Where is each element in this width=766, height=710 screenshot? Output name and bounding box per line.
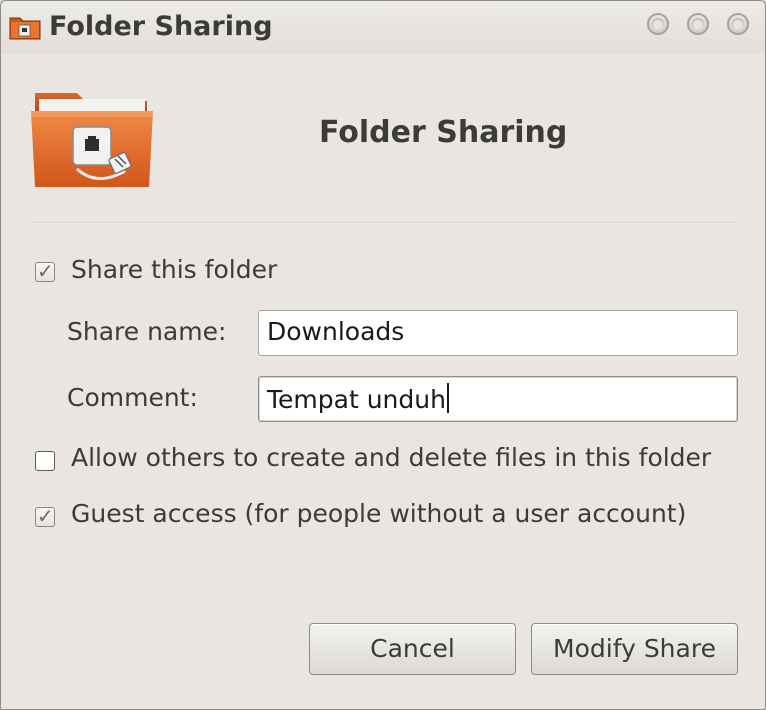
share-name-input[interactable]: Downloads — [258, 310, 738, 356]
share-this-folder-label[interactable]: Share this folder — [71, 255, 277, 284]
folder-share-icon — [31, 93, 153, 187]
close-button[interactable] — [727, 13, 749, 35]
dialog-heading: Folder Sharing — [319, 115, 568, 150]
separator — [31, 222, 737, 224]
share-name-label: Share name: — [67, 317, 227, 346]
share-this-folder-checkbox[interactable]: ✓ — [35, 259, 55, 283]
folder-share-small-icon — [9, 17, 41, 40]
guest-access-label[interactable]: Guest access (for people without a user … — [71, 499, 686, 528]
maximize-button[interactable] — [687, 13, 709, 35]
comment-input[interactable]: Tempat unduh — [258, 376, 738, 422]
folder-sharing-dialog: Folder Sharing Folder Sharing ✓ Share th… — [0, 0, 766, 710]
allow-others-checkbox[interactable] — [35, 451, 55, 471]
check-mark-icon: ✓ — [37, 504, 54, 528]
comment-label: Comment: — [67, 383, 198, 412]
modify-share-button[interactable]: Modify Share — [531, 623, 738, 675]
check-mark-icon: ✓ — [37, 259, 54, 283]
window-title: Folder Sharing — [49, 11, 273, 42]
minimize-button[interactable] — [647, 13, 669, 35]
cancel-button[interactable]: Cancel — [309, 623, 516, 675]
allow-others-label[interactable]: Allow others to create and delete files … — [71, 443, 711, 472]
comment-value: Tempat unduh — [267, 385, 446, 414]
text-cursor — [446, 383, 449, 413]
title-bar[interactable]: Folder Sharing — [1, 1, 765, 53]
guest-access-checkbox[interactable]: ✓ — [35, 504, 55, 528]
